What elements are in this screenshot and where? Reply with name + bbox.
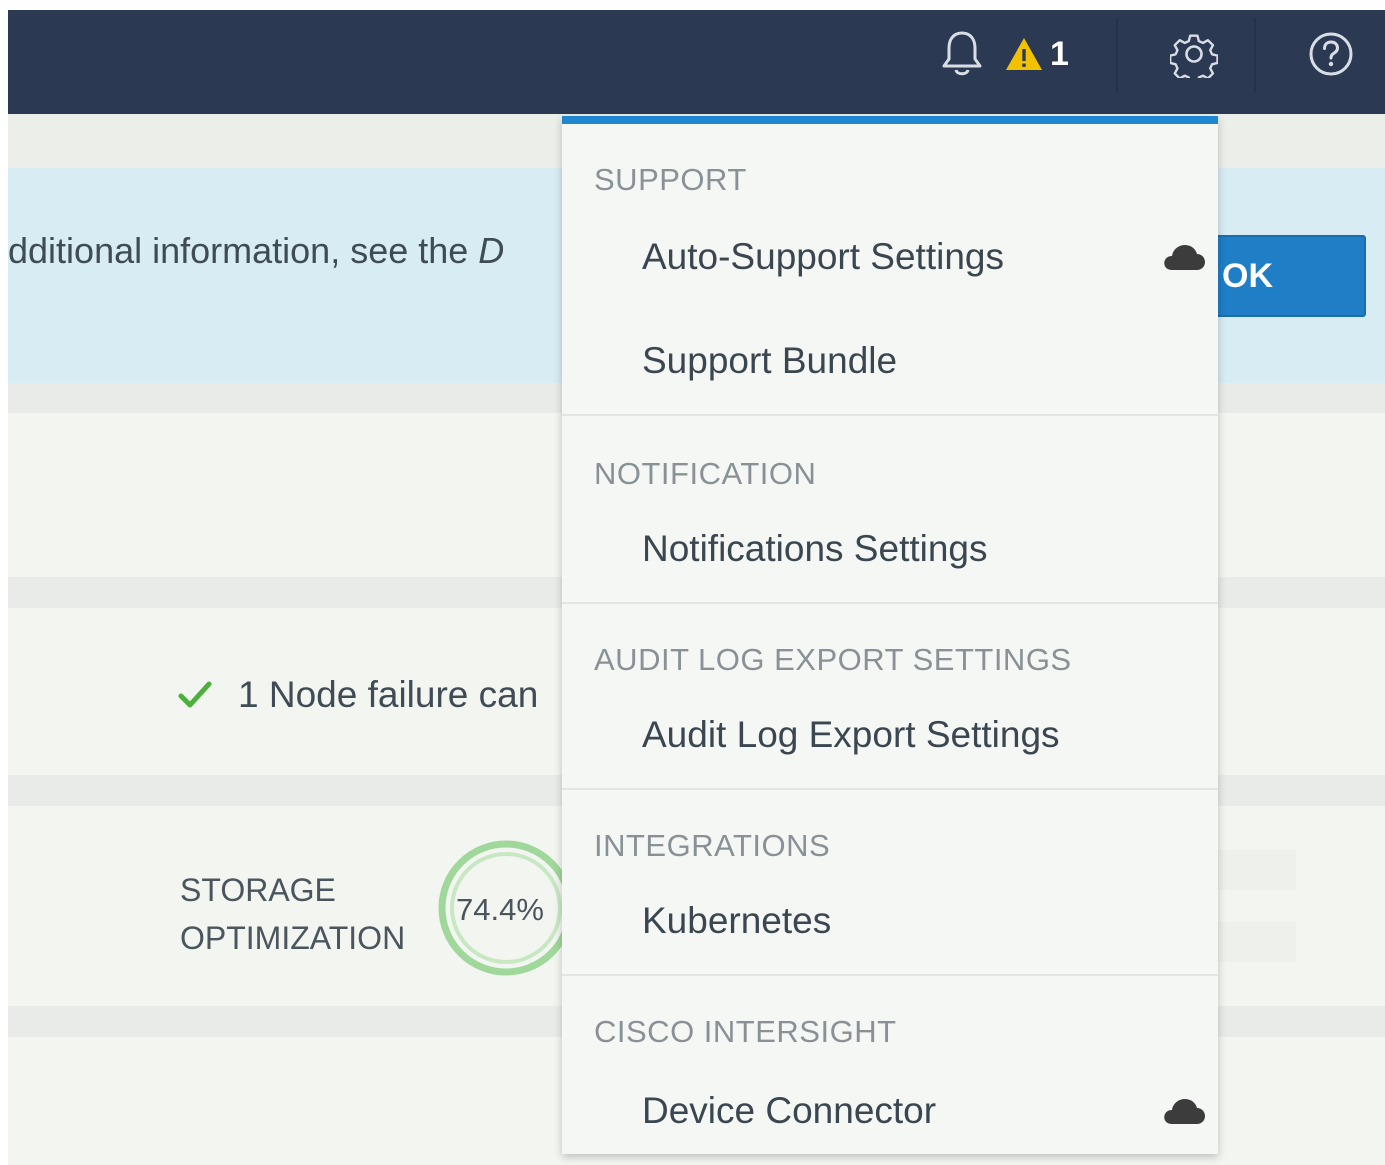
menu-item-label: Device Connector — [642, 1090, 937, 1131]
help-icon — [1309, 32, 1353, 76]
menu-section-audit-log: AUDIT LOG EXPORT SETTINGS Audit Log Expo… — [562, 602, 1218, 788]
menu-item-label: Notifications Settings — [642, 528, 988, 569]
section-heading: SUPPORT — [594, 162, 747, 197]
notifications-button[interactable] — [934, 24, 990, 84]
menu-item-label: Support Bundle — [642, 340, 898, 381]
faded-placeholder — [1216, 922, 1296, 962]
node-failure-text: 1 Node failure can — [238, 674, 539, 715]
banner-link-text[interactable]: D — [478, 230, 504, 271]
gear-icon — [1170, 34, 1218, 78]
banner-message: dditional information, see the D — [8, 230, 504, 272]
storage-label-line2: OPTIMIZATION — [180, 920, 406, 956]
settings-button[interactable] — [1164, 24, 1224, 84]
top-header-bar: 1 — [8, 10, 1385, 114]
menu-item-support-bundle[interactable]: Support Bundle — [562, 326, 1218, 396]
alarms-button[interactable]: 1 — [1004, 24, 1084, 84]
menu-item-label: Kubernetes — [642, 900, 832, 941]
menu-item-auto-support-settings[interactable]: Auto-Support Settings — [562, 222, 1218, 292]
cloud-icon — [1164, 245, 1205, 270]
header-divider — [1116, 18, 1118, 92]
storage-optimization-label: STORAGE OPTIMIZATION — [180, 866, 405, 962]
storage-label-line1: STORAGE — [180, 872, 336, 908]
menu-section-integrations: INTEGRATIONS Kubernetes — [562, 788, 1218, 974]
section-heading: NOTIFICATION — [594, 456, 817, 491]
header-divider — [1254, 18, 1256, 92]
menu-item-kubernetes[interactable]: Kubernetes — [562, 886, 1218, 956]
menu-item-device-connector[interactable]: Device Connector — [562, 1076, 1218, 1146]
faded-placeholder — [1216, 850, 1296, 890]
cloud-icon — [1164, 1099, 1205, 1124]
storage-optimization-value: 74.4% — [456, 892, 544, 927]
settings-dropdown-menu: SUPPORT Auto-Support Settings Support Bu… — [562, 116, 1218, 1154]
section-heading: INTEGRATIONS — [594, 828, 831, 863]
menu-section-support: SUPPORT Auto-Support Settings Support Bu… — [562, 124, 1218, 414]
menu-item-audit-log-export-settings[interactable]: Audit Log Export Settings — [562, 700, 1218, 770]
menu-item-label: Auto-Support Settings — [642, 236, 1004, 277]
alert-count: 1 — [1050, 34, 1069, 73]
section-heading: CISCO INTERSIGHT — [594, 1014, 897, 1049]
banner-text: dditional information, see the — [8, 230, 479, 271]
menu-section-notification: NOTIFICATION Notifications Settings — [562, 414, 1218, 602]
warning-icon — [1006, 38, 1042, 70]
help-button[interactable] — [1298, 24, 1364, 84]
app-window: 1 dditional information, see the D OK 1 … — [8, 10, 1385, 1165]
menu-item-label: Audit Log Export Settings — [642, 714, 1060, 755]
section-heading: AUDIT LOG EXPORT SETTINGS — [594, 642, 1072, 677]
node-failure-status: 1 Node failure can — [178, 674, 538, 716]
menu-section-cisco-intersight: CISCO INTERSIGHT Device Connector — [562, 974, 1218, 1154]
bell-icon — [942, 31, 982, 76]
menu-item-notifications-settings[interactable]: Notifications Settings — [562, 514, 1218, 584]
checkmark-icon — [178, 681, 212, 708]
